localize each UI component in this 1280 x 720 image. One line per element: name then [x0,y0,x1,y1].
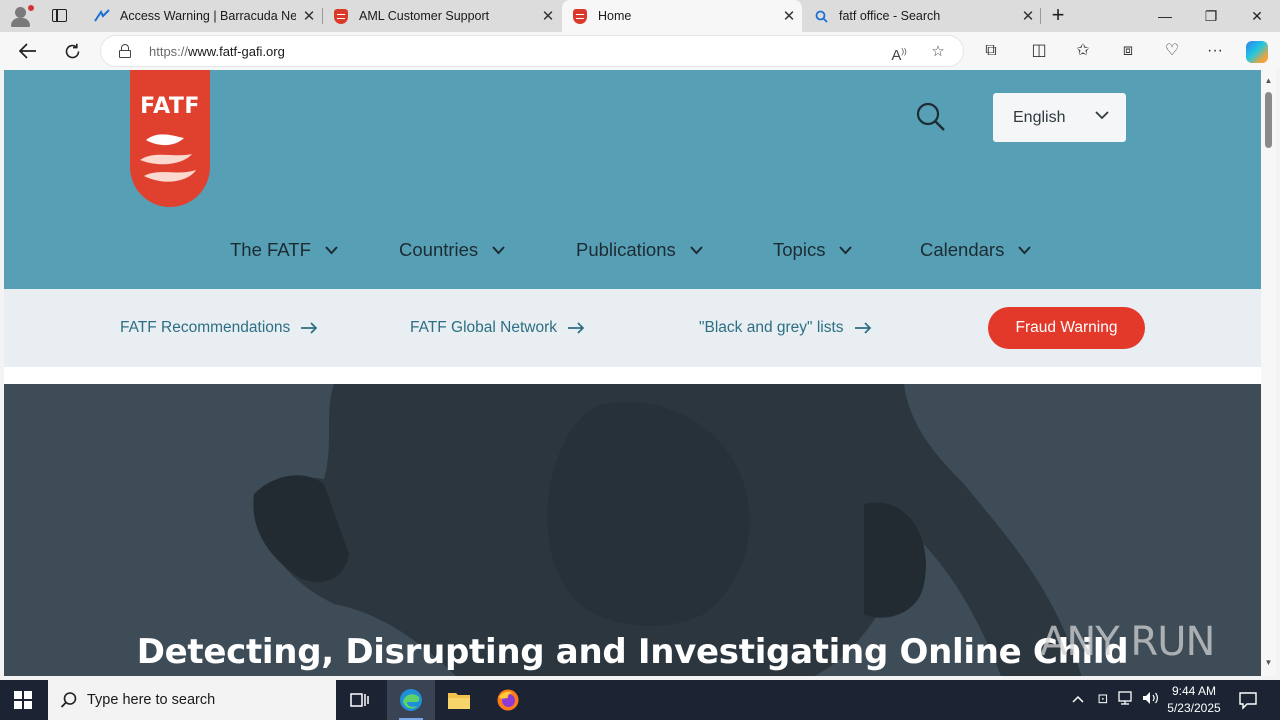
split-screen-icon[interactable]: ◫ [1028,40,1050,62]
minimize-button[interactable]: — [1142,0,1188,32]
refresh-button[interactable] [57,36,87,66]
chevron-down-icon [839,245,853,254]
tab-title: AML Customer Support [359,9,490,23]
tab-search[interactable]: fatf office - Search ✕ [803,0,1041,32]
close-tab-icon[interactable]: ✕ [776,7,802,25]
nav-label: Publications [576,239,676,260]
fatf-shield-icon [572,8,588,24]
arrow-right-icon [301,322,318,334]
clock-date: 5/23/2025 [1167,701,1221,715]
logo-waves-icon [140,134,196,182]
nav-publications[interactable]: Publications [576,238,703,262]
url-text[interactable]: https://www.fatf-gafi.org [149,44,285,59]
close-window-button[interactable]: ✕ [1234,0,1280,32]
main-navigation: The FATF Countries Publications Topics C… [4,238,1261,262]
nav-the-fatf[interactable]: The FATF [230,238,338,262]
windows-start-icon[interactable] [14,691,32,709]
link-black-grey-lists[interactable]: "Black and grey" lists [699,319,872,337]
page-scrollbar[interactable]: ▲ ▼ [1261,70,1276,676]
favorites-icon[interactable]: ✩ [1072,40,1094,62]
anyrun-watermark: ANY RUN [1040,610,1215,674]
tab-title: Home [598,9,632,23]
link-fatf-recommendations[interactable]: FATF Recommendations [120,319,318,337]
firefox-icon[interactable] [484,680,532,720]
new-tab-button[interactable]: + [1046,4,1070,28]
nav-label: The FATF [230,239,311,260]
nav-topics[interactable]: Topics [773,238,853,262]
extensions-icon[interactable]: ⧉ [980,40,1002,62]
search-icon [813,8,829,24]
tray-overflow-icon[interactable] [1070,691,1086,709]
taskbar-search-placeholder: Type here to search [87,692,216,708]
arrow-right-icon [568,322,585,334]
nav-countries[interactable]: Countries [399,238,505,262]
copilot-icon[interactable] [1246,41,1268,63]
back-button[interactable] [13,36,43,66]
barracuda-icon [94,8,110,24]
tab-divider [1040,8,1041,24]
collections-icon[interactable]: ⧈ [1117,40,1139,62]
page-viewport: FATF English The FATF Countries Publicat… [4,70,1261,676]
close-tab-icon[interactable]: ✕ [296,7,322,25]
close-tab-icon[interactable]: ✕ [535,7,561,25]
site-search-icon[interactable] [914,100,948,134]
chevron-down-icon [1018,245,1032,254]
fatf-logo[interactable]: FATF [130,70,210,207]
windows-taskbar: Type here to search ⊡ 9:44 AM 5/23/2025 [0,680,1280,720]
browser-essentials-icon[interactable]: ♡ [1161,40,1183,62]
favorite-star-icon[interactable]: ☆ [928,42,948,62]
chevron-down-icon [690,245,703,254]
nav-label: Countries [399,239,479,260]
site-header: FATF English The FATF Countries Publicat… [4,70,1261,289]
file-explorer-icon[interactable] [435,680,483,720]
scroll-down-arrow[interactable]: ▼ [1263,658,1274,667]
link-label: FATF Recommendations [120,319,291,336]
system-clock[interactable]: 9:44 AM 5/23/2025 [1163,683,1225,717]
chevron-down-icon [1095,111,1109,120]
clock-time: 9:44 AM [1171,684,1217,698]
nav-label: Topics [773,239,826,260]
tab-title: Access Warning | Barracuda Netw [120,9,296,23]
restore-button[interactable]: ❐ [1188,0,1234,32]
taskbar-search-box[interactable]: Type here to search [48,680,336,720]
link-label: FATF Global Network [410,319,558,336]
task-view-icon[interactable] [336,680,384,720]
nav-calendars[interactable]: Calendars [920,238,1032,262]
link-label: "Black and grey" lists [699,319,844,336]
fatf-shield-icon [333,8,349,24]
scrollbar-thumb[interactable] [1265,92,1272,148]
tab-aml-support[interactable]: AML Customer Support ✕ [323,0,561,32]
tab-home[interactable]: Home ✕ [562,0,802,32]
network-icon[interactable] [1117,691,1135,709]
quick-links-bar: FATF Recommendations FATF Global Network… [4,289,1261,367]
read-aloud-icon[interactable]: A)) [889,42,909,64]
close-tab-icon[interactable]: ✕ [1015,7,1041,25]
address-bar[interactable]: https://www.fatf-gafi.org A)) ☆ [100,35,964,67]
tab-title: fatf office - Search [839,9,941,23]
notifications-icon[interactable] [1238,690,1258,710]
fraud-warning-button[interactable]: Fraud Warning [988,307,1145,349]
chevron-down-icon [492,245,505,254]
more-menu-icon[interactable]: ··· [1204,40,1226,62]
tab-actions-icon[interactable] [50,7,70,25]
nav-label: Calendars [920,239,1005,260]
chevron-down-icon [325,245,338,254]
watermark-text: ANY RUN [1040,619,1215,665]
profile-icon[interactable] [8,4,34,28]
tab-barracuda[interactable]: Access Warning | Barracuda Netw ✕ [84,0,322,32]
arrow-right-icon [854,322,871,334]
security-tray-icon[interactable]: ⊡ [1094,691,1112,709]
language-select[interactable]: English [993,93,1126,142]
edge-taskbar-icon[interactable] [387,680,435,720]
search-icon [60,692,77,708]
language-value: English [1013,109,1066,126]
link-fatf-global-network[interactable]: FATF Global Network [410,319,585,337]
logo-text: FATF [140,94,200,119]
lock-icon[interactable] [119,44,131,58]
scroll-up-arrow[interactable]: ▲ [1263,76,1274,85]
address-toolbar: https://www.fatf-gafi.org A)) ☆ ⧉ ◫ ✩ ⧈ … [0,32,1280,70]
tab-strip: Access Warning | Barracuda Netw ✕ AML Cu… [0,0,1280,32]
volume-icon[interactable] [1141,691,1159,709]
